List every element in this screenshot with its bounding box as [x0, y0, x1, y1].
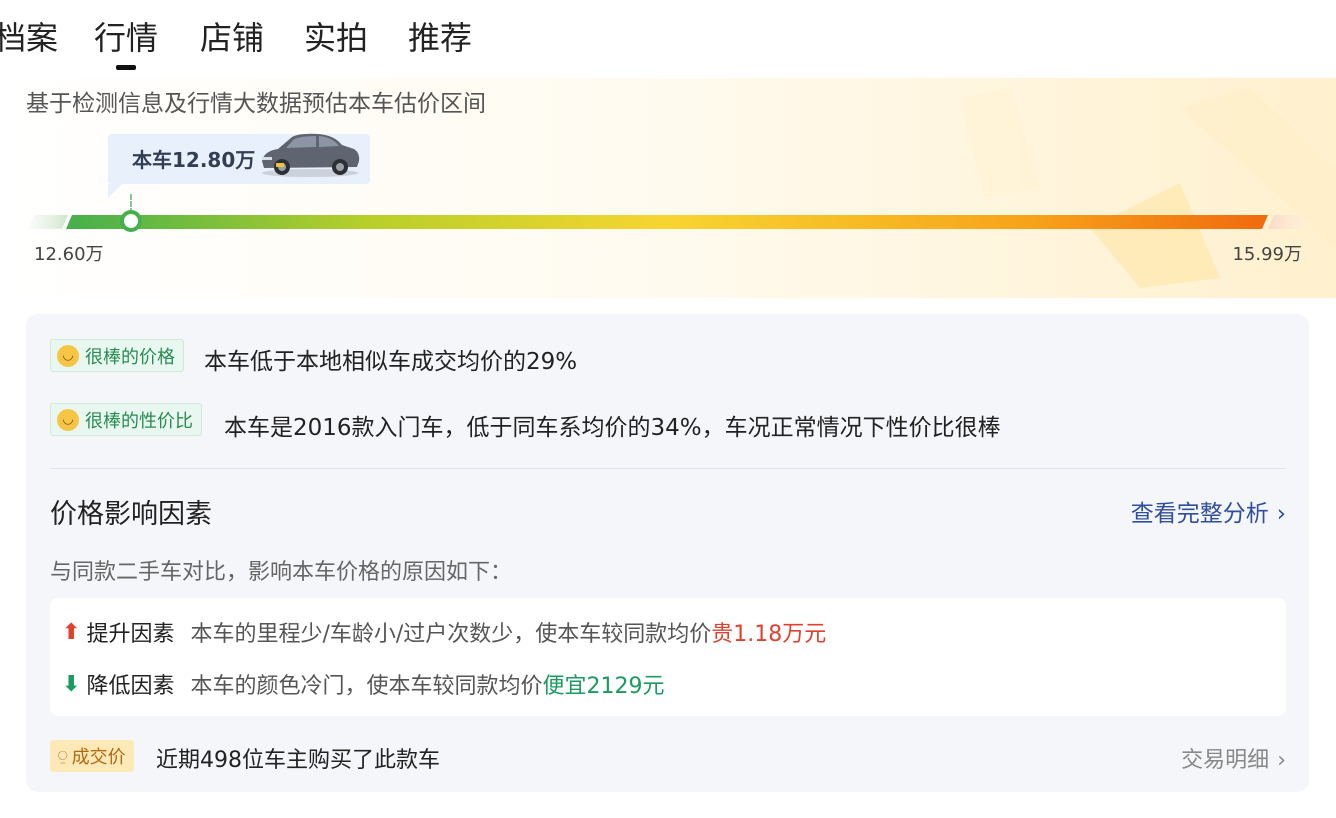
tab-market[interactable]: 行情: [94, 16, 158, 70]
price-analysis-card: [26, 314, 1309, 792]
deal-price-badge: ⍜ 成交价: [50, 740, 134, 772]
smile-emoji-icon: ◡: [57, 408, 79, 431]
smile-emoji-icon: ◡: [57, 344, 79, 367]
full-analysis-link[interactable]: 查看完整分析 ›: [1131, 494, 1286, 528]
good-value-badge-label: 很棒的性价比: [85, 410, 193, 432]
tab-store[interactable]: 店铺: [200, 16, 264, 60]
good-value-badge: ◡ 很棒的性价比: [50, 403, 202, 436]
deal-icon: ⍜: [58, 746, 68, 765]
up-factor-value: 贵1.18万元: [711, 622, 827, 647]
tab-photos[interactable]: 实拍: [304, 16, 368, 60]
tab-bar: 档案 行情 店铺 实拍 推荐: [0, 0, 1336, 70]
factors-box: ⬆ 提升因素 本车的里程少/车龄小/过户次数少，使本车较同款均价 贵1.18万元 …: [50, 598, 1286, 716]
current-price-marker: [120, 210, 142, 232]
down-factor-text: 本车的颜色冷门，使本车较同款均价: [190, 674, 543, 699]
divider: [50, 468, 1286, 469]
transaction-detail-link[interactable]: 交易明细 ›: [1181, 742, 1286, 774]
up-factor-label: 提升因素: [86, 622, 175, 647]
down-factor-row: ⬇ 降低因素 本车的颜色冷门，使本车较同款均价 便宜2129元: [62, 668, 664, 700]
chevron-right-icon: ›: [1277, 748, 1286, 773]
range-max-label: 15.99万: [1232, 244, 1302, 265]
arrow-down-icon: ⬇: [62, 671, 81, 697]
deal-count-text: 近期498位车主购买了此款车: [156, 748, 440, 773]
estimate-subtitle: 基于检测信息及行情大数据预估本车估价区间: [26, 91, 486, 117]
good-price-text: 本车低于本地相似车成交均价的29%: [204, 349, 578, 375]
deal-badge-label: 成交价: [71, 747, 126, 768]
good-price-badge-label: 很棒的价格: [85, 346, 175, 368]
factors-title: 价格影响因素: [50, 499, 212, 530]
down-factor-value: 便宜2129元: [542, 674, 665, 699]
price-range-bar: [28, 215, 1308, 229]
good-price-badge: ◡ 很棒的价格: [50, 339, 184, 372]
transaction-detail-label: 交易明细: [1181, 748, 1270, 773]
car-image: [262, 133, 360, 177]
chevron-right-icon: ›: [1276, 501, 1286, 527]
factors-description: 与同款二手车对比，影响本车价格的原因如下：: [50, 560, 513, 585]
range-min-label: 12.60万: [34, 244, 104, 265]
good-value-text: 本车是2016款入门车，低于同车系均价的34%，车况正常情况下性价比很棒: [224, 415, 1001, 441]
tab-recommend[interactable]: 推荐: [408, 16, 472, 60]
down-factor-label: 降低因素: [86, 674, 175, 699]
up-factor-text: 本车的里程少/车龄小/过户次数少，使本车较同款均价: [190, 622, 712, 647]
current-price-label: 本车12.80万: [132, 148, 256, 172]
full-analysis-link-label: 查看完整分析: [1130, 501, 1269, 527]
tab-archive[interactable]: 档案: [0, 16, 58, 60]
arrow-up-icon: ⬆: [62, 619, 81, 645]
up-factor-row: ⬆ 提升因素 本车的里程少/车龄小/过户次数少，使本车较同款均价 贵1.18万元: [62, 616, 826, 648]
